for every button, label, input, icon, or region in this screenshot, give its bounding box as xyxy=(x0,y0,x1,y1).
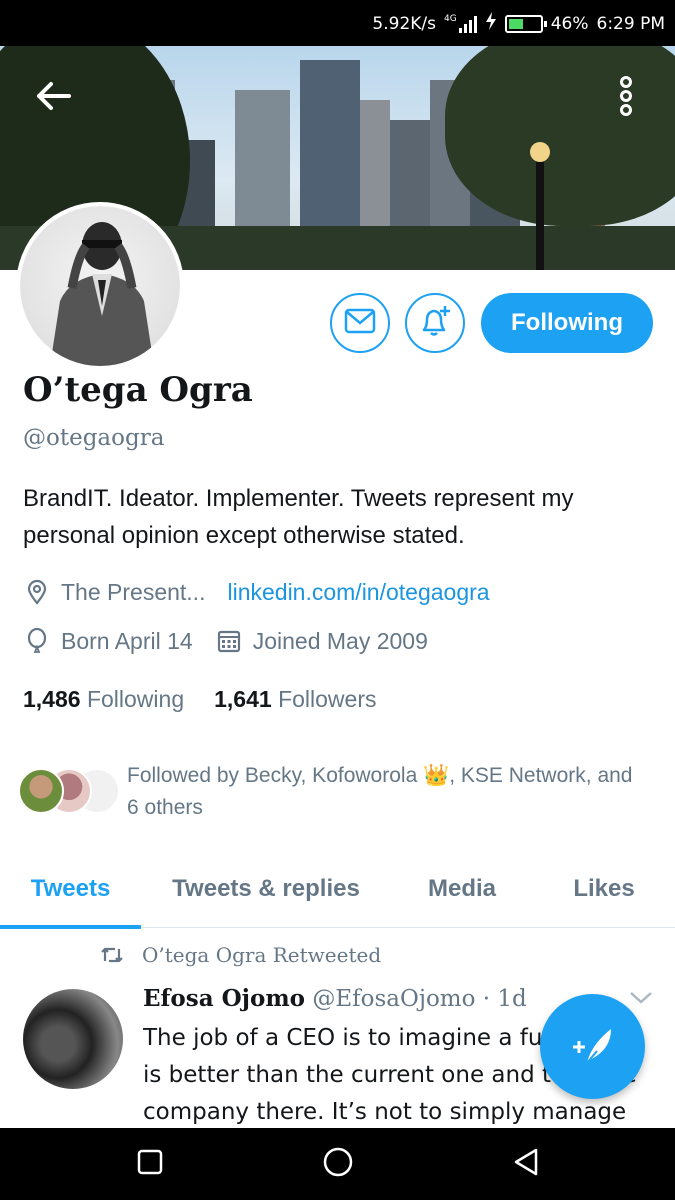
battery-percent: 46% xyxy=(550,13,589,34)
retweet-indicator: O’tega Ogra Retweeted xyxy=(100,943,381,967)
notifications-button[interactable] xyxy=(405,293,465,353)
following-count: 1,486 xyxy=(23,686,81,712)
profile-joined-date: Joined May 2009 xyxy=(252,627,428,654)
home-button[interactable] xyxy=(320,1146,356,1182)
followed-by-section[interactable]: Followed by Becky, Kofoworola 👑, KSE Net… xyxy=(18,760,668,830)
recent-apps-button[interactable] xyxy=(132,1146,168,1182)
signal-bars xyxy=(458,15,477,33)
more-vertical-icon xyxy=(618,76,634,120)
banner-tree xyxy=(445,46,675,226)
profile-handle: @otegaogra xyxy=(23,425,165,451)
banner-building xyxy=(300,60,360,230)
tweet-author-avatar[interactable] xyxy=(23,989,123,1089)
tweet-separator: · xyxy=(482,986,491,1012)
map-pin-icon xyxy=(23,578,51,606)
tab-tweets-and-replies[interactable]: Tweets & replies xyxy=(141,850,391,928)
following-label: Following xyxy=(86,686,185,712)
charging-icon xyxy=(485,12,497,35)
following-stat[interactable]: 1,486 Following xyxy=(23,686,184,712)
retweet-icon xyxy=(100,945,124,965)
circle-icon xyxy=(322,1146,354,1182)
envelope-icon xyxy=(344,308,376,338)
compose-tweet-button[interactable] xyxy=(540,994,645,1099)
profile-meta-row: The Present... linkedin.com/in/otegaogra xyxy=(23,578,490,606)
battery-fill xyxy=(508,18,523,29)
profile-meta-row: Born April 14 Joined May 2009 xyxy=(23,627,428,655)
tab-media[interactable]: Media xyxy=(391,850,533,928)
battery-icon xyxy=(504,14,547,33)
followers-stat[interactable]: 1,641 Followers xyxy=(214,686,376,712)
square-icon xyxy=(136,1148,164,1180)
network-type: 4G xyxy=(444,13,457,24)
clock: 6:29 PM xyxy=(596,13,666,34)
avatar-figure xyxy=(50,222,154,366)
profile-birthday: Born April 14 xyxy=(61,627,193,654)
followers-label: Followers xyxy=(278,686,377,712)
followed-by-text: Followed by Becky, Kofoworola 👑, KSE Net… xyxy=(127,764,633,819)
network-speed: 5.92K/s xyxy=(372,13,436,34)
signal-icon: 4G xyxy=(444,13,477,33)
profile-name: O’tega Ogra xyxy=(23,370,253,410)
follow-counts: 1,486 Following 1,641 Followers xyxy=(23,686,376,713)
retweet-label: O’tega Ogra Retweeted xyxy=(142,943,382,967)
tweet-header: Efosa Ojomo @EfosaOjomo · 1d xyxy=(143,985,527,1012)
banner-building xyxy=(360,100,390,230)
banner-building xyxy=(235,90,290,230)
banner-lamp-head xyxy=(530,142,550,162)
system-back-button[interactable] xyxy=(508,1146,544,1182)
tweet-author-name[interactable]: Efosa Ojomo xyxy=(143,985,305,1012)
banner-building xyxy=(390,120,435,230)
avatar-photo xyxy=(20,206,180,366)
message-button[interactable] xyxy=(330,293,390,353)
profile-avatar[interactable] xyxy=(16,202,184,370)
more-options-button[interactable] xyxy=(606,74,646,122)
banner-lamp-post xyxy=(536,150,544,270)
system-nav-bar xyxy=(0,1128,675,1200)
tab-likes[interactable]: Likes xyxy=(533,850,675,928)
calendar-icon xyxy=(215,627,243,655)
status-bar: 5.92K/s 4G 46% 6:29 PM xyxy=(0,0,675,46)
followers-count: 1,641 xyxy=(214,686,272,712)
following-button[interactable]: Following xyxy=(481,293,653,353)
tweet-age: 1d xyxy=(497,986,527,1012)
back-button[interactable] xyxy=(28,76,78,120)
status-bar-right: 5.92K/s 4G 46% 6:29 PM xyxy=(372,12,665,35)
chevron-down-icon[interactable] xyxy=(628,990,654,1010)
profile-website-link[interactable]: linkedin.com/in/otegaogra xyxy=(227,579,489,606)
follower-avatar xyxy=(18,768,64,814)
profile-tabs: Tweets Tweets & replies Media Likes xyxy=(0,850,675,929)
balloon-icon xyxy=(23,627,51,655)
triangle-back-icon xyxy=(511,1147,541,1181)
tab-tweets[interactable]: Tweets xyxy=(0,850,141,929)
tweet-author-handle: @EfosaOjomo xyxy=(312,986,476,1012)
compose-quill-icon xyxy=(567,1019,619,1075)
profile-bio: BrandIT. Ideator. Implementer. Tweets re… xyxy=(23,485,574,549)
arrow-left-icon xyxy=(35,81,71,115)
profile-location: The Present... xyxy=(61,578,206,605)
bell-plus-icon xyxy=(418,304,452,342)
